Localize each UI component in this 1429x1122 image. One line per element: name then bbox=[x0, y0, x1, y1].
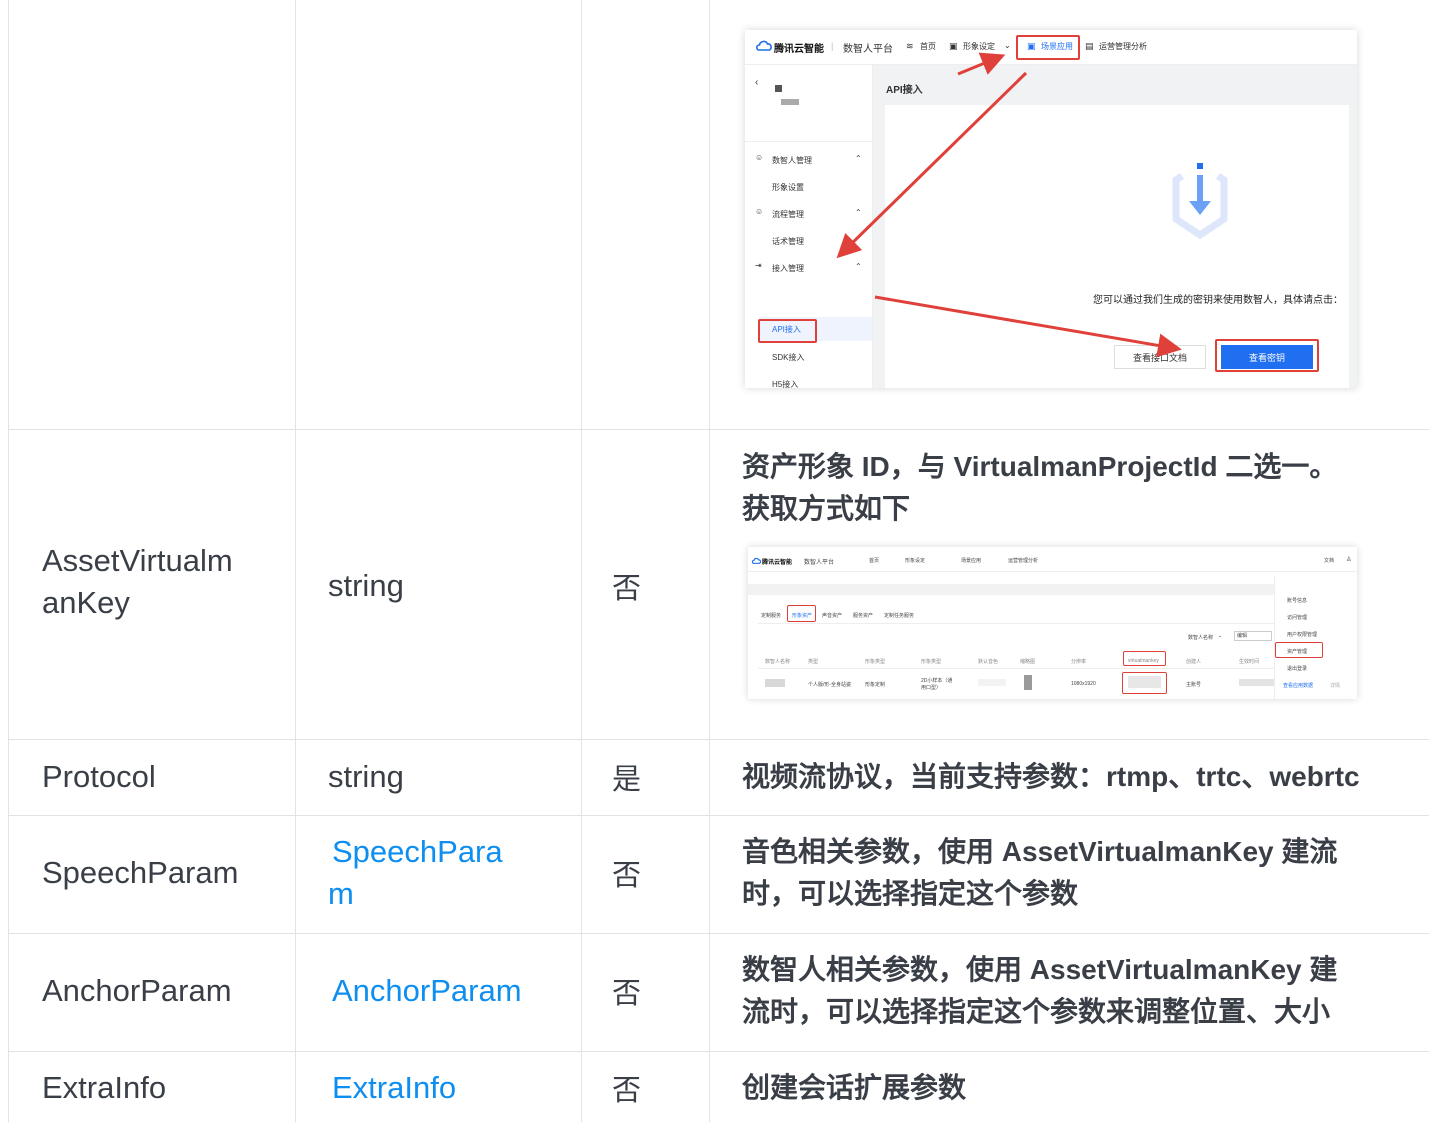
detail-link[interactable]: 详情 bbox=[1330, 682, 1340, 689]
highlight-box bbox=[1275, 642, 1323, 658]
table-column-divider bbox=[295, 0, 296, 1122]
table-row-divider bbox=[8, 429, 1429, 430]
doc-link[interactable]: 文档 bbox=[1324, 557, 1334, 564]
brand-name: 腾讯云智能 bbox=[762, 560, 793, 566]
user-icon[interactable]: ♙ bbox=[1346, 556, 1351, 563]
anchor-param-type-link[interactable]: AnchorParam bbox=[328, 970, 573, 1012]
param-required: 否 bbox=[612, 978, 642, 1010]
param-description: 创建会话扩展参数 bbox=[742, 1072, 967, 1103]
annotation-arrows bbox=[836, 52, 1182, 358]
col-header: 分辨率 bbox=[1071, 659, 1087, 665]
menu-item-account[interactable]: 账号信息 bbox=[1287, 597, 1307, 604]
param-required: 否 bbox=[612, 1075, 642, 1107]
time-blurred-value bbox=[1239, 679, 1275, 686]
col-header: 生效时间 bbox=[1239, 659, 1260, 665]
tab-custom-tasks[interactable]: 定制任务服务 bbox=[884, 612, 914, 619]
nav-avatar-settings[interactable]: 形象设定 bbox=[905, 557, 925, 564]
highlight-box bbox=[1123, 651, 1166, 666]
nav-home[interactable]: 首页 bbox=[869, 557, 879, 564]
tab-custom-service[interactable]: 定制服务 bbox=[761, 612, 781, 619]
table-row-divider bbox=[8, 933, 1429, 934]
param-name-extra-info: ExtraInfo bbox=[42, 1070, 167, 1105]
table-header-divider bbox=[758, 668, 1277, 669]
param-description: 资产形象 ID，与 VirtualmanProjectId 二选一。 获取方式如… bbox=[742, 451, 1338, 524]
table-cell: 个人版/形-全身站姿 bbox=[808, 682, 852, 688]
user-dropdown-menu: 账号信息 访问管理 用户权限管理 资产管理 退出登录 查看应用数据 详情 bbox=[1274, 576, 1357, 699]
menu-item-access[interactable]: 访问管理 bbox=[1287, 614, 1307, 621]
param-description: 音色相关参数，使用 AssetVirtualmanKey 建流 时，可以选择指定… bbox=[742, 836, 1338, 909]
api-access-screenshot: 腾讯云智能 | 数智人平台 ≋ 首页 ▣ 形象设定 ⌄ ▣ 场景应用 ▤ 运营管… bbox=[745, 30, 1357, 388]
highlight-box bbox=[787, 605, 816, 622]
table-cell: 主账号 bbox=[1186, 682, 1202, 688]
param-name-protocol: Protocol bbox=[42, 759, 156, 794]
param-required: 否 bbox=[612, 860, 642, 892]
table-row-divider bbox=[8, 739, 1429, 740]
header-divider bbox=[748, 571, 1357, 572]
param-description: 数智人相关参数，使用 AssetVirtualmanKey 建 流时，可以选择指… bbox=[742, 954, 1338, 1027]
param-type: string bbox=[328, 568, 404, 603]
nav-operations[interactable]: 运营管理分析 bbox=[1008, 557, 1038, 564]
table-row-divider bbox=[8, 1051, 1429, 1052]
asset-list-screenshot: 腾讯云智能 数智人平台 首页 形象设定 场景应用 运营管理分析 文档 ♙ 定制服… bbox=[748, 547, 1357, 699]
filter-input[interactable]: 编辑 bbox=[1234, 631, 1272, 641]
table-row-divider bbox=[8, 815, 1429, 816]
table-border-left bbox=[8, 0, 9, 1122]
extra-info-type-link[interactable]: ExtraInfo bbox=[328, 1067, 573, 1109]
param-description: 视频流协议，当前支持参数：rtmp、trtc、webrtc bbox=[742, 761, 1360, 792]
table-cell: 2D小样本（通用口型） bbox=[921, 678, 953, 691]
table-column-divider bbox=[709, 0, 710, 1122]
cloud-logo-icon bbox=[751, 557, 762, 564]
chevron-down-icon: ⌄ bbox=[1218, 633, 1223, 639]
col-header: 缩略图 bbox=[1020, 659, 1036, 665]
col-header: 数智人名称 bbox=[765, 659, 791, 665]
platform-name: 数智人平台 bbox=[804, 560, 835, 566]
thumbnail bbox=[1024, 675, 1032, 690]
tab-service-assets[interactable]: 服务资产 bbox=[853, 612, 873, 619]
tab-voice-assets[interactable]: 声音资产 bbox=[822, 612, 842, 619]
param-name-speech-param: SpeechParam bbox=[42, 855, 239, 890]
param-type: string bbox=[328, 759, 404, 794]
table-cell: 1080x1920 bbox=[1071, 681, 1096, 687]
menu-item-logout[interactable]: 退出登录 bbox=[1287, 665, 1307, 672]
row-name-placeholder bbox=[765, 679, 785, 687]
col-header: 形象类型 bbox=[921, 659, 942, 665]
filter-label: 数智人名称 bbox=[1188, 635, 1214, 641]
default-voice-select[interactable] bbox=[978, 679, 1006, 686]
table-cell: 形象定制 bbox=[865, 682, 886, 688]
table-column-divider bbox=[581, 0, 582, 1122]
col-header: 默认音色 bbox=[978, 659, 999, 665]
tabs-divider bbox=[758, 623, 1277, 624]
highlight-box bbox=[1122, 672, 1167, 694]
speech-param-type-link[interactable]: SpeechPara m bbox=[328, 831, 573, 915]
col-header: 类型 bbox=[808, 659, 819, 665]
param-name-asset-virtualman-key: AssetVirtualm anKey bbox=[42, 543, 233, 620]
param-name-anchor-param: AnchorParam bbox=[42, 973, 232, 1008]
gray-banner bbox=[748, 584, 1277, 595]
col-header: 形象类型 bbox=[865, 659, 886, 665]
param-required: 否 bbox=[612, 573, 642, 605]
view-app-data-link[interactable]: 查看应用数据 bbox=[1283, 682, 1313, 689]
param-required: 是 bbox=[612, 764, 642, 796]
col-header: 创建人 bbox=[1186, 659, 1202, 665]
menu-item-permissions[interactable]: 用户权限管理 bbox=[1287, 631, 1317, 638]
nav-scene-apps[interactable]: 场景应用 bbox=[961, 557, 981, 564]
